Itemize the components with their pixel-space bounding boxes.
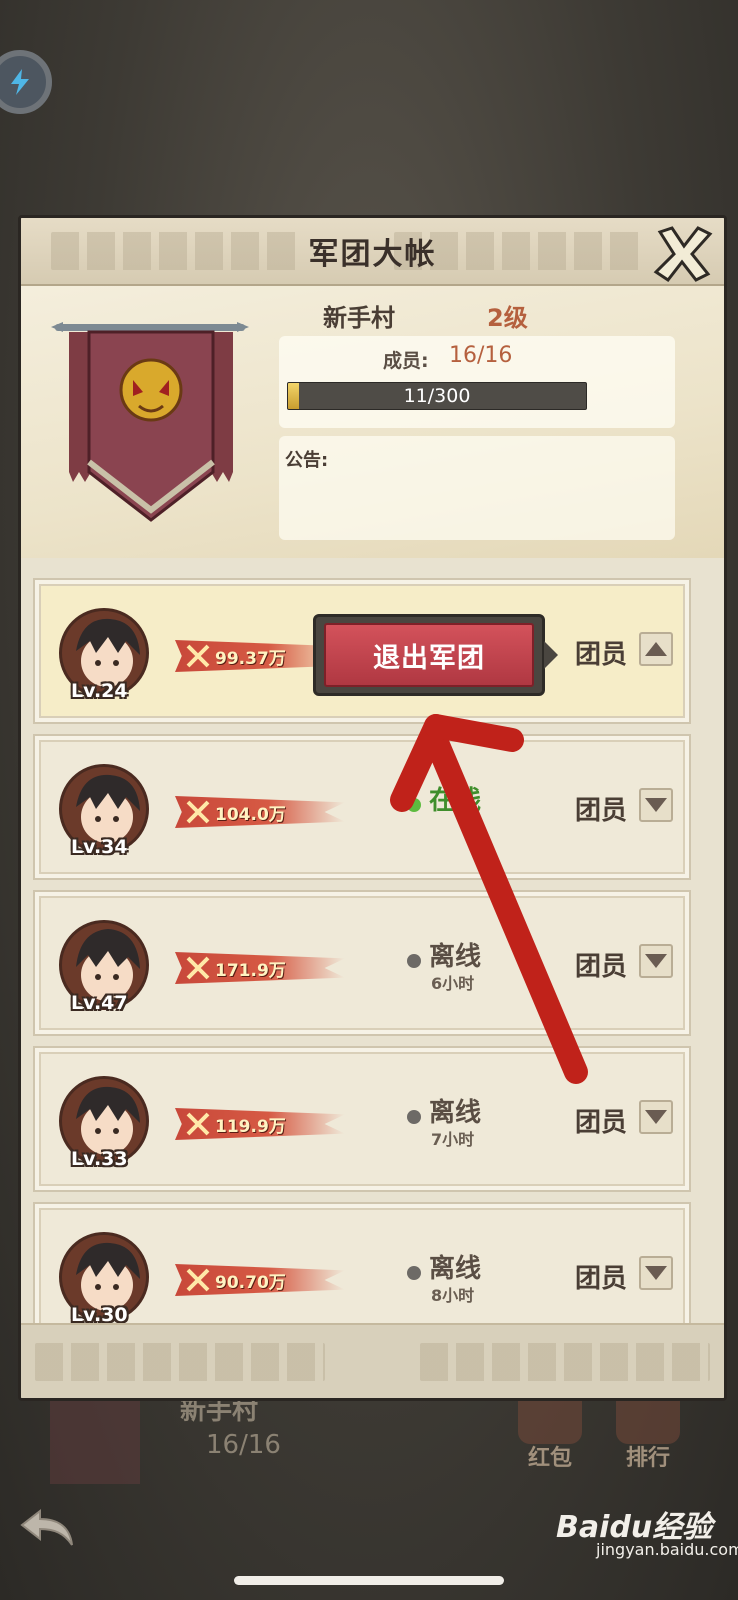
quit-legion-button[interactable]: 退出军团 — [324, 623, 534, 687]
dialog-title: 军团大帐 — [308, 237, 437, 272]
baidu-watermark: Baidu经验 jingyan.baidu.com — [556, 1502, 738, 1559]
close-button[interactable] — [652, 222, 714, 284]
close-icon[interactable] — [652, 222, 714, 284]
quit-popup: 退出军团 — [313, 614, 558, 696]
watermark-url: jingyan.baidu.com — [596, 1540, 738, 1559]
quit-legion-label: 退出军团 — [373, 642, 485, 674]
home-indicator[interactable] — [234, 1576, 504, 1585]
